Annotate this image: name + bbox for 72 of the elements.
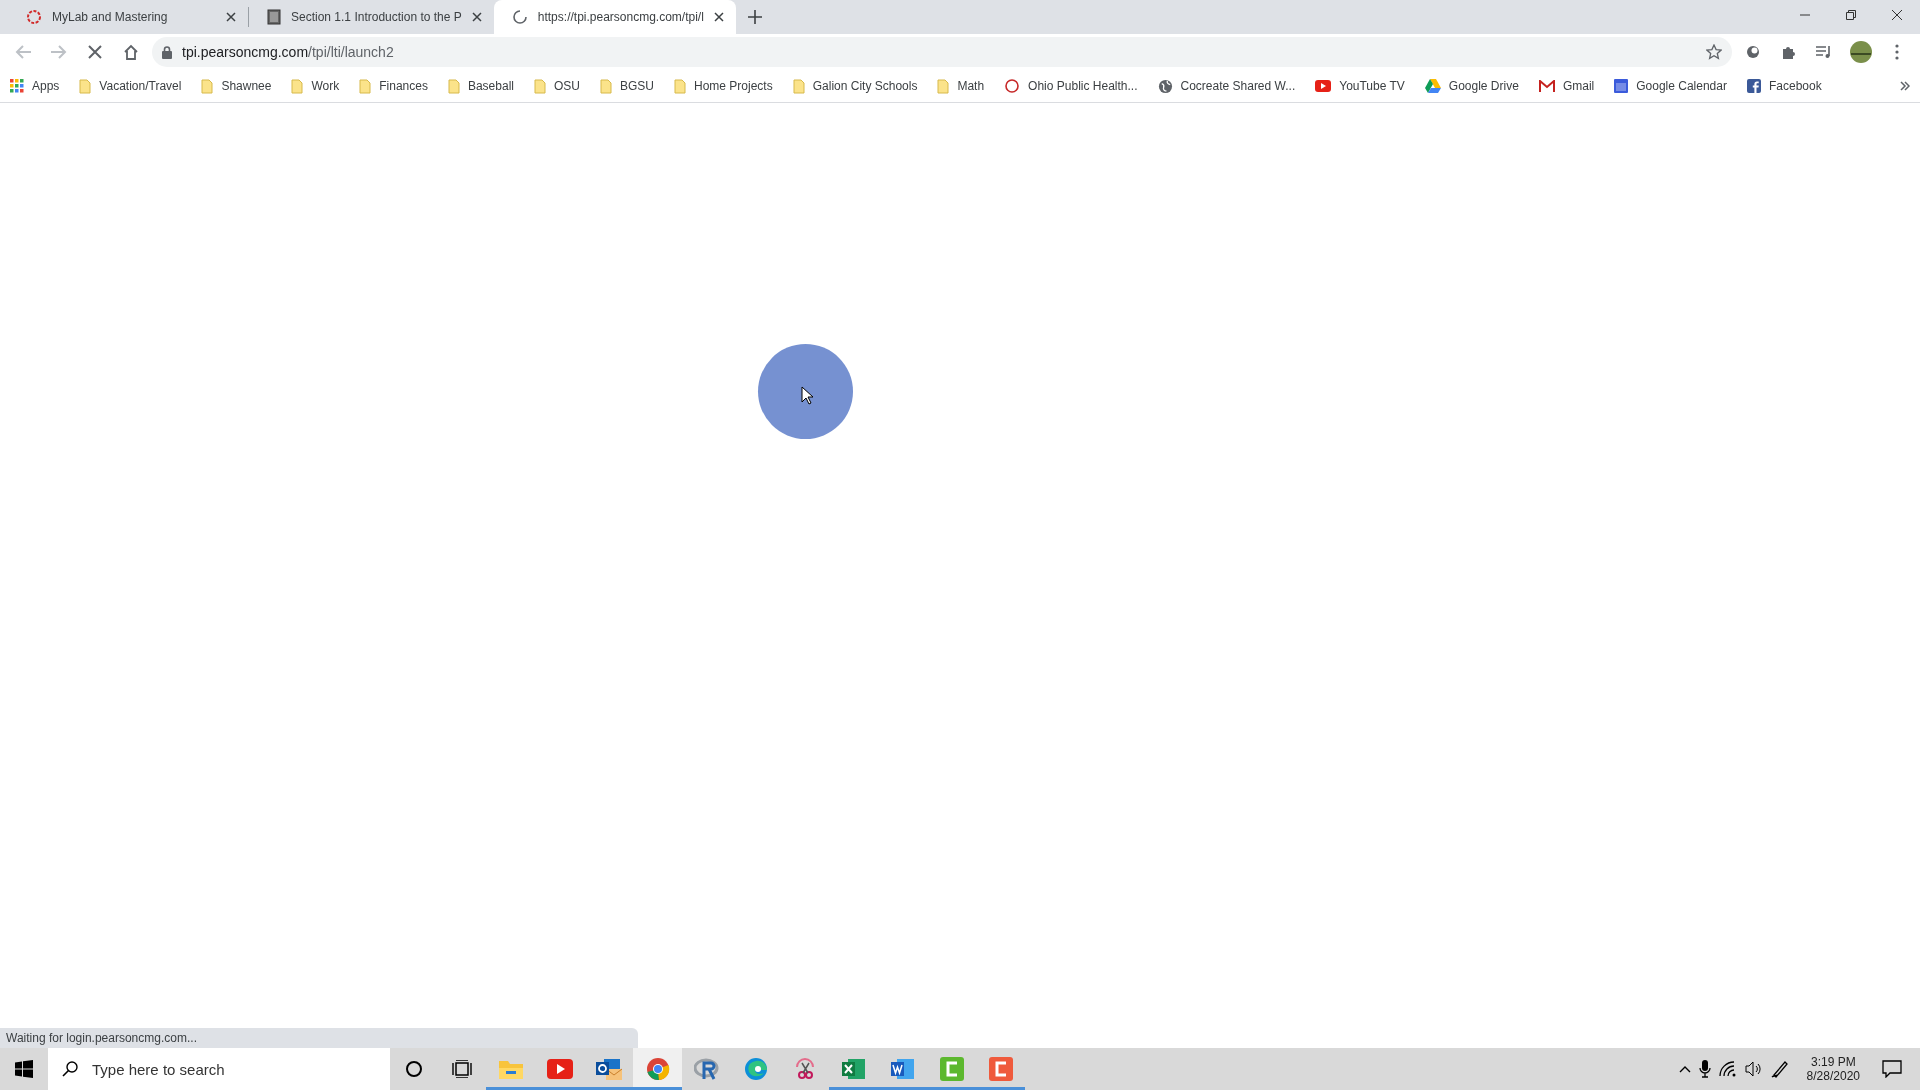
edge-swirl-icon (743, 1057, 768, 1081)
bookmark[interactable]: Google Drive (1424, 79, 1519, 93)
address-bar[interactable]: tpi.pearsoncmg.com/tpi/lti/launch2 (152, 37, 1732, 67)
folder-icon (792, 78, 805, 94)
folder-icon (359, 78, 372, 94)
ring-icon (1004, 78, 1021, 94)
search-field[interactable]: Type here to search (48, 1048, 390, 1090)
bookmark[interactable]: Vacation/Travel (79, 78, 182, 94)
status-text: Waiting for login.pearsoncmg.com... (0, 1028, 638, 1048)
bookmark[interactable]: Ohio Public Health... (1004, 78, 1138, 94)
more-bookmarks-icon[interactable] (1900, 81, 1910, 91)
folder-icon (291, 78, 304, 94)
browser-tab[interactable]: https://tpi.pearsoncmg.com/tpi/l (493, 0, 736, 34)
folder-icon (600, 78, 612, 94)
document-icon (267, 9, 281, 25)
bookmark[interactable]: Gmail (1538, 79, 1595, 93)
spreadsheet-icon (841, 1057, 866, 1081)
play-icon (546, 1059, 573, 1079)
close-icon[interactable] (471, 12, 482, 22)
taskbar-app[interactable] (633, 1048, 682, 1090)
chevron-up-icon[interactable] (1678, 1065, 1691, 1073)
mail-icon (595, 1057, 622, 1081)
r-logo-icon (693, 1058, 720, 1080)
bookmark[interactable]: OSU (533, 78, 580, 94)
search-icon (62, 1061, 78, 1077)
bookmark[interactable]: Apps (10, 79, 60, 93)
bookmark[interactable]: Baseball (447, 78, 514, 94)
lock-icon (162, 45, 172, 59)
microphone-icon[interactable] (1698, 1060, 1711, 1078)
close-icon[interactable] (226, 12, 236, 22)
star-icon[interactable] (1706, 44, 1722, 60)
bookmark[interactable]: BGSU (600, 78, 654, 94)
apps-grid-icon (10, 79, 24, 93)
play-icon (1315, 80, 1332, 92)
bookmark[interactable]: YouTube TV (1315, 79, 1405, 93)
f-logo-icon (1746, 79, 1761, 93)
bookmark[interactable]: Home Projects (674, 78, 773, 94)
wifi-icon[interactable] (1718, 1061, 1737, 1077)
bookmark[interactable]: Facebook (1746, 79, 1822, 93)
bookmark[interactable]: Work (291, 78, 340, 94)
folder-icon (533, 78, 546, 94)
document-icon (890, 1057, 915, 1081)
browser-tab[interactable]: MyLab and Mastering (8, 0, 248, 34)
mail-icon (1538, 80, 1555, 92)
globe-icon (1157, 78, 1173, 94)
clock[interactable]: 3:19 PM 8/28/2020 (1796, 1055, 1870, 1083)
calendar-icon (1614, 79, 1629, 93)
cursor-icon (801, 386, 813, 405)
notifications-icon[interactable] (1882, 1060, 1902, 1078)
close-icon[interactable] (713, 12, 724, 22)
folder-icon (79, 78, 92, 94)
bookmark[interactable]: Math (937, 78, 985, 94)
pen-icon[interactable] (1770, 1060, 1789, 1078)
speaker-icon[interactable] (1744, 1061, 1763, 1077)
chrome-circle-icon (645, 1057, 670, 1081)
bookmark[interactable]: Shawnee (201, 78, 272, 94)
bookmark[interactable]: Galion City Schools (792, 78, 918, 94)
folder-icon (937, 78, 950, 94)
new-tab-plus-icon[interactable] (747, 10, 762, 24)
triangle-icon (1424, 79, 1441, 93)
ring-icon (26, 9, 42, 25)
browser-tab[interactable]: Section 1.1 Introduction to the P (249, 0, 494, 34)
c-logo-icon (988, 1057, 1013, 1081)
folder-icon (497, 1058, 524, 1080)
folder-icon (447, 78, 460, 94)
c-logo-icon (939, 1057, 964, 1081)
bookmark[interactable]: Google Calendar (1614, 79, 1727, 93)
loading-spinner-icon (511, 9, 528, 25)
bookmark[interactable]: Finances (359, 78, 428, 94)
folder-icon (674, 78, 686, 94)
bookmark[interactable]: Cocreate Shared W... (1157, 78, 1296, 94)
folder-icon (201, 78, 214, 94)
